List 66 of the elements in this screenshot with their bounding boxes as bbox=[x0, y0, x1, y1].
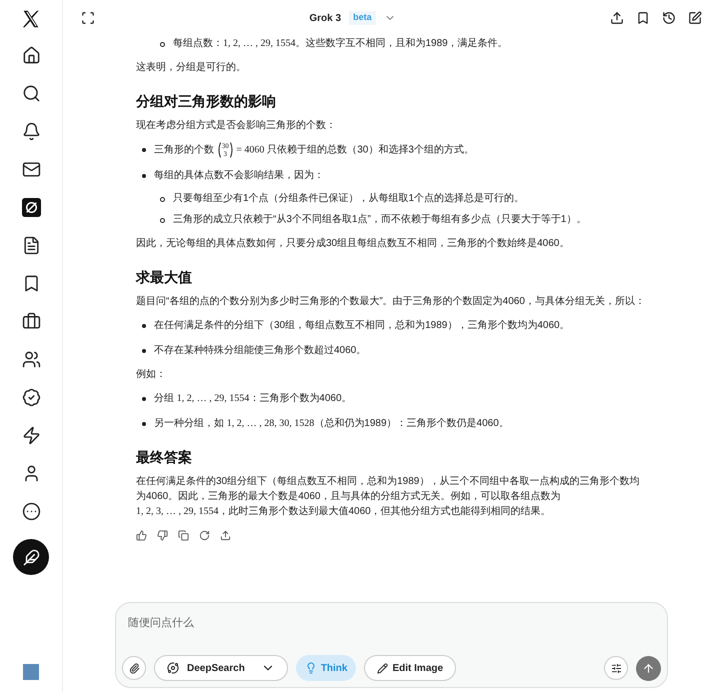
list-item-text: 每组点数：1, 2, … , 29, 1554。这些数字互不相同，且和为1989，满足条件。 bbox=[173, 36, 508, 51]
history-icon[interactable] bbox=[662, 11, 676, 25]
home-icon[interactable] bbox=[22, 46, 40, 65]
sliders-icon bbox=[610, 662, 622, 674]
people-icon[interactable] bbox=[22, 350, 40, 369]
message-input[interactable]: 随便问点什么 bbox=[122, 611, 661, 635]
thumbs-up-icon[interactable] bbox=[136, 530, 147, 541]
send-button[interactable] bbox=[636, 656, 661, 680]
paragraph: 这表明，分组是可行的。 bbox=[136, 60, 247, 75]
more-icon[interactable] bbox=[22, 502, 40, 521]
section-heading: 求最大值 bbox=[136, 270, 193, 285]
settings-button[interactable] bbox=[604, 656, 628, 680]
edit-image-button[interactable]: Edit Image bbox=[364, 655, 456, 681]
bullet-icon bbox=[142, 349, 146, 353]
lightbulb-icon bbox=[304, 662, 317, 674]
bullet-icon bbox=[160, 197, 165, 202]
left-parenthesis-icon bbox=[216, 142, 221, 158]
bullet-icon bbox=[142, 397, 146, 401]
copy-icon[interactable] bbox=[178, 530, 189, 541]
list-item-text: 只要每组至少有1个点（分组条件已保证），从每组取1个点的选择总是可行的。 bbox=[173, 192, 524, 206]
share-icon[interactable] bbox=[220, 530, 231, 541]
deepsearch-button[interactable]: DeepSearch bbox=[154, 655, 288, 681]
section-heading: 最终答案 bbox=[136, 450, 193, 465]
bookmark-icon[interactable] bbox=[636, 11, 650, 25]
mail-icon[interactable] bbox=[22, 160, 40, 179]
thumbs-down-icon[interactable] bbox=[157, 530, 168, 541]
paragraph: 在任何满足条件的30组分组下（每组点数互不相同，总和为1989），从三个不同组中各取一点构成的三角形个数均为4060。因此，三角形的最大个数是4060，且与具体的分组方式无关。例如，可以取各组点数为 1, 2, 3, … , 29, 1554，此时三角形个数达到最大值4060，但其他分组方式也能得到相同的结果。 bbox=[136, 474, 640, 519]
pencil-icon bbox=[377, 662, 388, 674]
briefcase-icon[interactable] bbox=[22, 312, 40, 331]
bullet-icon bbox=[142, 324, 146, 328]
verified-badge-icon[interactable] bbox=[22, 388, 40, 407]
paragraph: 例如： bbox=[136, 368, 167, 382]
list-item-text: 三角形的成立只依赖于“从3个不同组各取1点”，而不依赖于每组有多少点（只要大于等于1）。 bbox=[173, 212, 586, 227]
list-icon[interactable] bbox=[22, 236, 40, 255]
list-item-text: 另一种分组，如 1, 2, … , 28, 30, 1528（总和仍为1989）：三角形个数仍是4060。 bbox=[154, 416, 509, 431]
arrow-up-icon bbox=[642, 662, 655, 674]
paperclip-icon bbox=[128, 662, 140, 674]
share-icon[interactable] bbox=[610, 11, 624, 25]
deepsearch-icon bbox=[167, 662, 179, 674]
bullet-icon bbox=[142, 174, 146, 178]
attach-button[interactable] bbox=[122, 656, 146, 680]
bullet-icon bbox=[142, 422, 146, 426]
section-heading: 分组对三角形数的影响 bbox=[136, 94, 277, 109]
message-composer[interactable]: 随便问点什么 DeepSearch Think Edit Image bbox=[115, 602, 668, 688]
paragraph: 题目问“各组的点的个数分别为多少时三角形的个数最大”。由于三角形的个数固定为4060，与具体分组无关，所以： bbox=[136, 294, 646, 309]
paragraph: 因此，无论每组的具体点数如何，只要分成30组且每组点数互不相同，三角形的个数始终是4060。 bbox=[136, 236, 570, 251]
lightning-icon[interactable] bbox=[22, 426, 40, 445]
beta-badge: beta bbox=[349, 11, 376, 25]
search-icon[interactable] bbox=[22, 84, 40, 103]
right-parenthesis-icon bbox=[230, 142, 234, 158]
paragraph: 现在考虑分组方式是否会影响三角形的个数： bbox=[136, 118, 337, 133]
feather-icon bbox=[22, 548, 40, 566]
new-chat-icon[interactable] bbox=[688, 11, 702, 25]
grok-icon[interactable] bbox=[22, 198, 40, 217]
expand-icon[interactable] bbox=[81, 11, 95, 25]
bell-icon[interactable] bbox=[22, 122, 40, 141]
bullet-icon bbox=[160, 218, 165, 223]
regenerate-icon[interactable] bbox=[199, 530, 210, 541]
list-item-text: 分组 1, 2, … , 29, 1554：三角形个数为4060。 bbox=[154, 392, 352, 406]
model-title[interactable]: Grok 3 bbox=[309, 10, 342, 26]
bullet-icon bbox=[142, 148, 146, 152]
bullet-icon bbox=[160, 42, 165, 47]
list-item-text: 在任何满足条件的分组下（30组，每组点数互不相同，总和为1989），三角形个数均为4060。 bbox=[154, 318, 570, 333]
list-item-text: 每组的具体点数不会影响结果，因为： bbox=[154, 168, 324, 183]
list-item-text: 不存在某种特殊分组能使三角形个数超过4060。 bbox=[154, 344, 366, 358]
compose-button[interactable] bbox=[13, 539, 49, 575]
